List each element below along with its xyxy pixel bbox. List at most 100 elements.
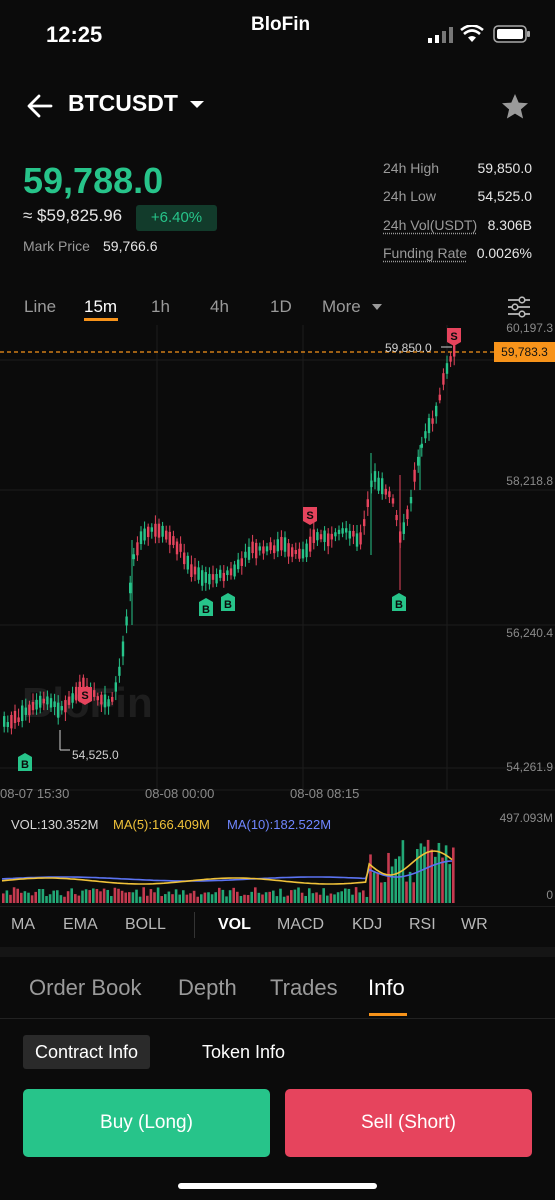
candle-body <box>265 546 269 552</box>
tab-timeframe-4h[interactable]: 4h <box>210 297 229 317</box>
change-badge: +6.40% <box>136 205 217 231</box>
home-indicator[interactable] <box>178 1183 377 1189</box>
candle-body <box>197 567 200 580</box>
volume-bar <box>333 894 336 903</box>
candlestick-chart[interactable]: BloFin BBBBSSS 59,850.0 54,525.0 <box>0 325 555 805</box>
tab-order-book[interactable]: Order Book <box>29 975 142 1001</box>
candle-body <box>129 582 132 594</box>
time-axis-label-2: 08-08 00:00 <box>145 786 215 801</box>
indicator-rsi[interactable]: RSI <box>409 916 436 934</box>
volume-bar <box>290 890 293 903</box>
marker-letter: B <box>21 759 29 771</box>
indicator-wr[interactable]: WR <box>461 916 488 934</box>
indicator-boll[interactable]: BOLL <box>125 916 166 934</box>
candle-body <box>226 570 229 576</box>
volume-bar <box>99 891 102 903</box>
volume-bar <box>45 896 48 903</box>
candle-body <box>111 696 114 702</box>
indicator-vol[interactable]: VOL <box>218 916 251 934</box>
sell-short-button[interactable]: Sell (Short) <box>285 1089 532 1157</box>
volume-bar <box>70 888 73 903</box>
candle-body <box>402 522 405 534</box>
candle-body <box>57 702 60 718</box>
bottom-tab-active-indicator <box>369 1013 407 1016</box>
tab-depth[interactable]: Depth <box>178 975 237 1001</box>
candle-body <box>384 488 387 495</box>
candle-body <box>154 523 157 537</box>
volume-axis-max: 497.093M <box>499 811 553 825</box>
candle-body <box>121 641 125 657</box>
candle-body <box>348 530 351 539</box>
candle-body <box>125 616 128 626</box>
candle-body <box>438 394 441 401</box>
candle-body <box>161 525 164 537</box>
candle-body <box>359 532 362 545</box>
candle-body <box>417 456 420 466</box>
price-axis-label-2: 58,218.8 <box>506 474 553 488</box>
indicator-kdj[interactable]: KDJ <box>352 916 382 934</box>
tab-trades[interactable]: Trades <box>270 975 338 1001</box>
tab-timeframe-1d[interactable]: 1D <box>270 297 292 317</box>
candle-body <box>21 705 24 722</box>
candle-body <box>337 529 341 535</box>
tab-timeframe-1h[interactable]: 1h <box>151 297 170 317</box>
star-icon[interactable] <box>501 93 529 119</box>
tab-timeframe-15m[interactable]: 15m <box>84 297 117 317</box>
candle-body <box>435 405 438 417</box>
candle-body <box>381 478 384 495</box>
marker-letter: B <box>395 599 403 611</box>
battery-icon <box>493 25 530 43</box>
tab-timeframe-line[interactable]: Line <box>24 297 56 317</box>
tab-info[interactable]: Info <box>368 975 405 1001</box>
volume-bar <box>110 896 113 903</box>
volume-bar <box>128 892 131 903</box>
volume-bar <box>174 889 178 903</box>
volume-bar <box>34 891 37 903</box>
subtab-contract-info[interactable]: Contract Info <box>23 1035 151 1069</box>
indicator-macd[interactable]: MACD <box>277 916 324 934</box>
volume-bar <box>20 892 23 903</box>
volume-bar <box>5 890 9 903</box>
volume-bar <box>315 892 318 903</box>
volume-chart[interactable] <box>0 835 480 905</box>
volume-bar <box>412 882 415 903</box>
chart-settings-icon[interactable] <box>507 296 531 318</box>
stat-24h-vol-label[interactable]: 24h Vol(USDT) <box>383 217 477 233</box>
back-arrow-icon[interactable] <box>26 93 54 119</box>
candle-body <box>103 694 107 708</box>
candle-body <box>204 572 207 583</box>
more-caret-icon[interactable] <box>371 303 383 311</box>
pair-selector[interactable]: BTCUSDT <box>68 90 178 117</box>
volume-bar <box>243 894 246 903</box>
volume-bar <box>286 895 289 903</box>
candle-body <box>114 682 117 692</box>
subtab-token-info[interactable]: Token Info <box>202 1035 285 1069</box>
volume-bar <box>358 892 361 903</box>
volume-bar <box>430 849 433 903</box>
mark-price-value: 59,766.6 <box>103 238 158 254</box>
time-axis-label-1: 08-07 15:30 <box>0 786 70 801</box>
indicator-ma[interactable]: MA <box>11 916 35 934</box>
volume-bar <box>293 889 297 903</box>
candle-body <box>442 373 445 385</box>
candle-body <box>165 530 168 540</box>
high-price-label: 59,850.0 <box>385 341 432 355</box>
indicator-ema[interactable]: EMA <box>63 916 98 934</box>
volume-bar <box>185 894 189 903</box>
buy-long-button[interactable]: Buy (Long) <box>23 1089 270 1157</box>
candle-body <box>247 546 251 560</box>
volume-bar <box>81 890 84 903</box>
candle-body <box>179 543 182 552</box>
candle-body <box>136 542 139 556</box>
stat-funding-rate-label[interactable]: Funding Rate <box>383 245 467 261</box>
volume-bar <box>156 887 160 903</box>
volume-bar <box>300 892 304 903</box>
tab-timeframe-more[interactable]: More <box>322 297 361 317</box>
candle-body <box>190 564 193 578</box>
candle-body <box>60 706 63 711</box>
caret-down-icon[interactable] <box>189 100 205 110</box>
time-axis-label-3: 08-08 08:15 <box>290 786 360 801</box>
volume-bar <box>394 858 397 903</box>
ma5-line <box>1 850 453 885</box>
candle-body <box>183 552 186 565</box>
